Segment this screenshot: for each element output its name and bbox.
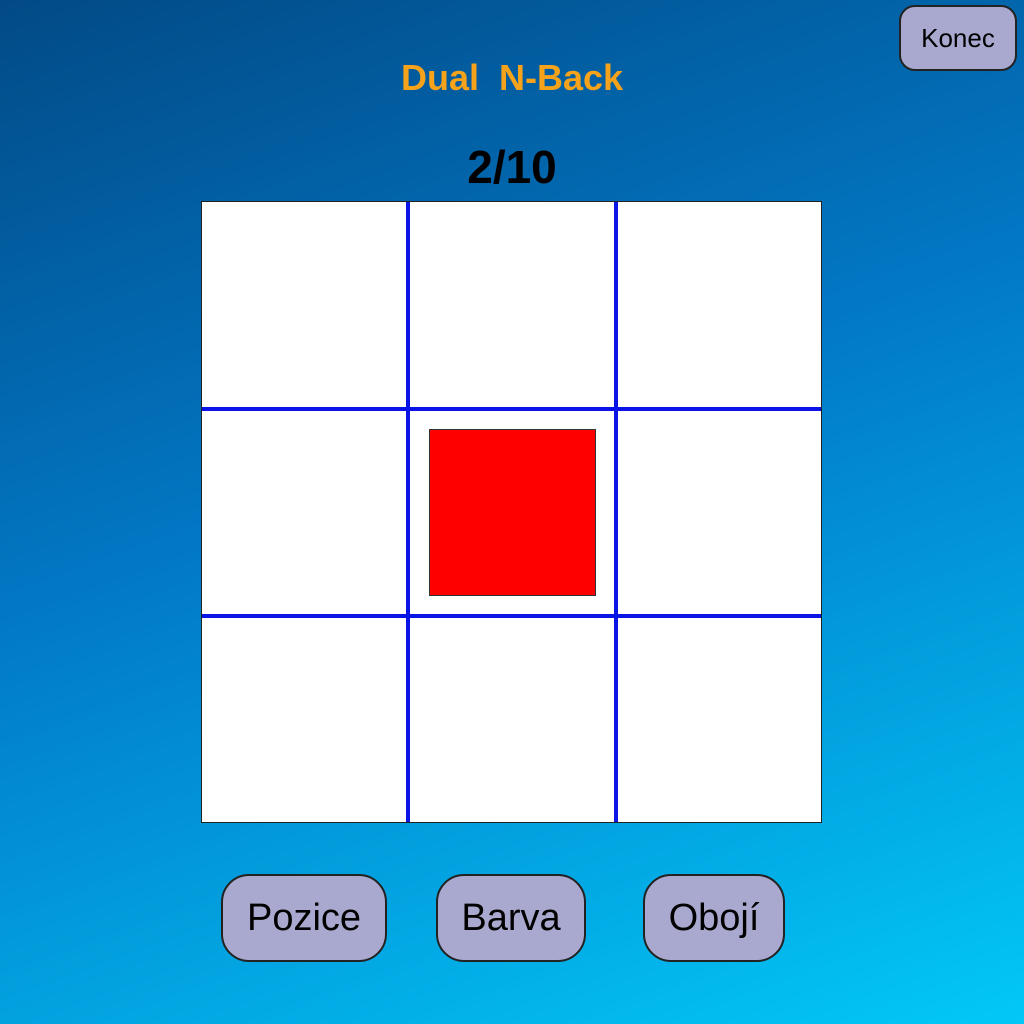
grid-cell-0-2 bbox=[618, 202, 821, 408]
grid-cell-2-1 bbox=[411, 619, 614, 822]
game-grid bbox=[201, 201, 822, 823]
grid-line-horizontal-2 bbox=[202, 614, 821, 618]
grid-cell-1-0 bbox=[202, 412, 407, 615]
both-button[interactable]: Obojí bbox=[643, 874, 785, 962]
grid-cell-0-1 bbox=[411, 202, 614, 408]
position-button[interactable]: Pozice bbox=[221, 874, 387, 962]
grid-line-vertical-1 bbox=[406, 202, 410, 822]
grid-cell-1-2 bbox=[618, 412, 821, 615]
trial-counter: 2/10 bbox=[467, 141, 557, 193]
grid-cell-2-0 bbox=[202, 619, 407, 822]
color-button[interactable]: Barva bbox=[436, 874, 586, 962]
game-title: Dual N-Back bbox=[400, 57, 624, 98]
stimulus-square bbox=[429, 429, 596, 596]
grid-cell-0-0 bbox=[202, 202, 407, 408]
grid-cell-2-2 bbox=[618, 619, 821, 822]
grid-line-horizontal-1 bbox=[202, 407, 821, 411]
end-button[interactable]: Konec bbox=[899, 5, 1017, 71]
grid-line-vertical-2 bbox=[614, 202, 618, 822]
